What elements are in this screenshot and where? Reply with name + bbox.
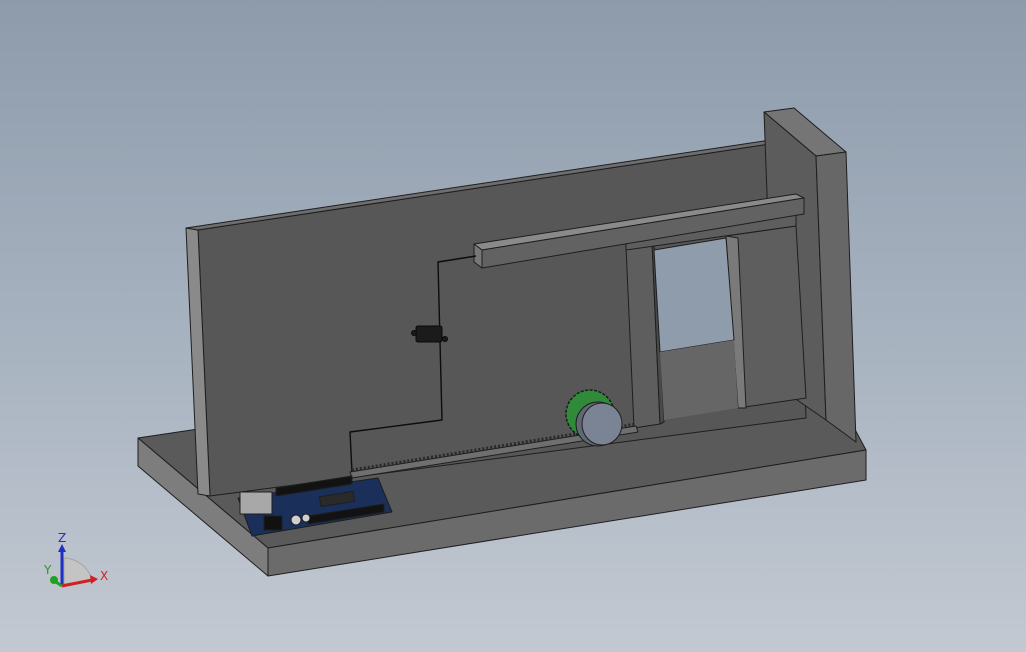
door-opening-floor xyxy=(660,340,738,420)
assembly-model[interactable] xyxy=(137,107,867,577)
triad-x-label: X xyxy=(100,569,108,583)
motor-end-cap xyxy=(581,402,623,446)
triad-z-label: Z xyxy=(58,531,66,545)
orientation-triad[interactable]: Z X Y xyxy=(38,530,118,596)
board-usb-connector xyxy=(239,491,273,515)
triad-z-arrowhead xyxy=(58,544,66,552)
board-capacitor-2 xyxy=(301,513,311,523)
limit-switch-pin-left xyxy=(411,330,417,336)
graphics-viewport[interactable] xyxy=(0,0,1026,652)
board-capacitor-1 xyxy=(290,514,302,526)
door-opening xyxy=(653,237,735,353)
limit-switch-body xyxy=(415,325,443,343)
limit-switch[interactable] xyxy=(411,325,448,343)
board-power-jack xyxy=(263,515,283,531)
limit-switch-pin-right xyxy=(442,336,448,342)
triad-x-arrowhead xyxy=(90,575,98,584)
triad-y-label: Y xyxy=(43,563,52,577)
triad-origin xyxy=(50,576,58,584)
